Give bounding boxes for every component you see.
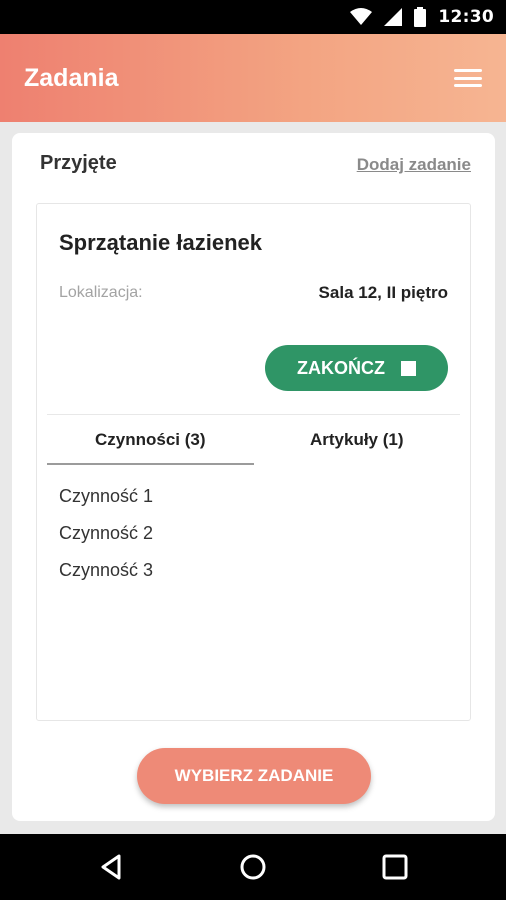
home-icon[interactable]	[231, 845, 275, 889]
status-bar: 12:30	[0, 0, 506, 34]
list-item: Czynność 1	[59, 486, 154, 506]
task-title: Sprzątanie łazienek	[59, 230, 262, 255]
section-title: Przyjęte	[40, 152, 117, 174]
tab-activities[interactable]: Czynności (3)	[47, 415, 254, 465]
activity-list: Czynność 1 Czynność 2 Czynność 3	[59, 484, 153, 595]
tab-articles-label: Artykuły (1)	[309, 430, 404, 449]
location-value: Sala 12, II piętro	[318, 283, 448, 302]
battery-icon	[414, 7, 427, 27]
tab-activities-label: Czynności (3)	[94, 430, 206, 449]
tab-articles[interactable]: Artykuły (1)	[254, 415, 461, 465]
signal-icon	[384, 8, 403, 26]
app-title: Zadania	[24, 63, 119, 92]
stop-square-icon	[401, 360, 416, 376]
recents-icon[interactable]	[373, 845, 417, 889]
main-card: Przyjęte Dodaj zadanie Sprzątanie łazien…	[12, 133, 495, 821]
finish-button[interactable]: ZAKOŃCZ	[265, 345, 448, 391]
hamburger-menu-icon[interactable]	[454, 67, 482, 89]
add-task-link[interactable]: Dodaj zadanie	[357, 155, 471, 175]
tab-bar: Czynności (3) Artykuły (1)	[47, 415, 460, 465]
wifi-icon	[350, 8, 373, 26]
pick-task-button[interactable]: WYBIERZ ZADANIE	[137, 748, 371, 804]
list-item: Czynność 3	[59, 560, 154, 580]
app-bar: Zadania	[0, 34, 506, 122]
location-label: Lokalizacja:	[59, 284, 143, 301]
list-item: Czynność 2	[59, 523, 154, 543]
task-card: Sprzątanie łazienek Lokalizacja: Sala 12…	[36, 203, 471, 721]
pick-task-button-label: WYBIERZ ZADANIE	[174, 766, 334, 785]
finish-button-label: ZAKOŃCZ	[297, 357, 385, 378]
back-icon[interactable]	[89, 845, 133, 889]
navigation-bar	[0, 834, 506, 900]
status-time: 12:30	[438, 7, 494, 27]
